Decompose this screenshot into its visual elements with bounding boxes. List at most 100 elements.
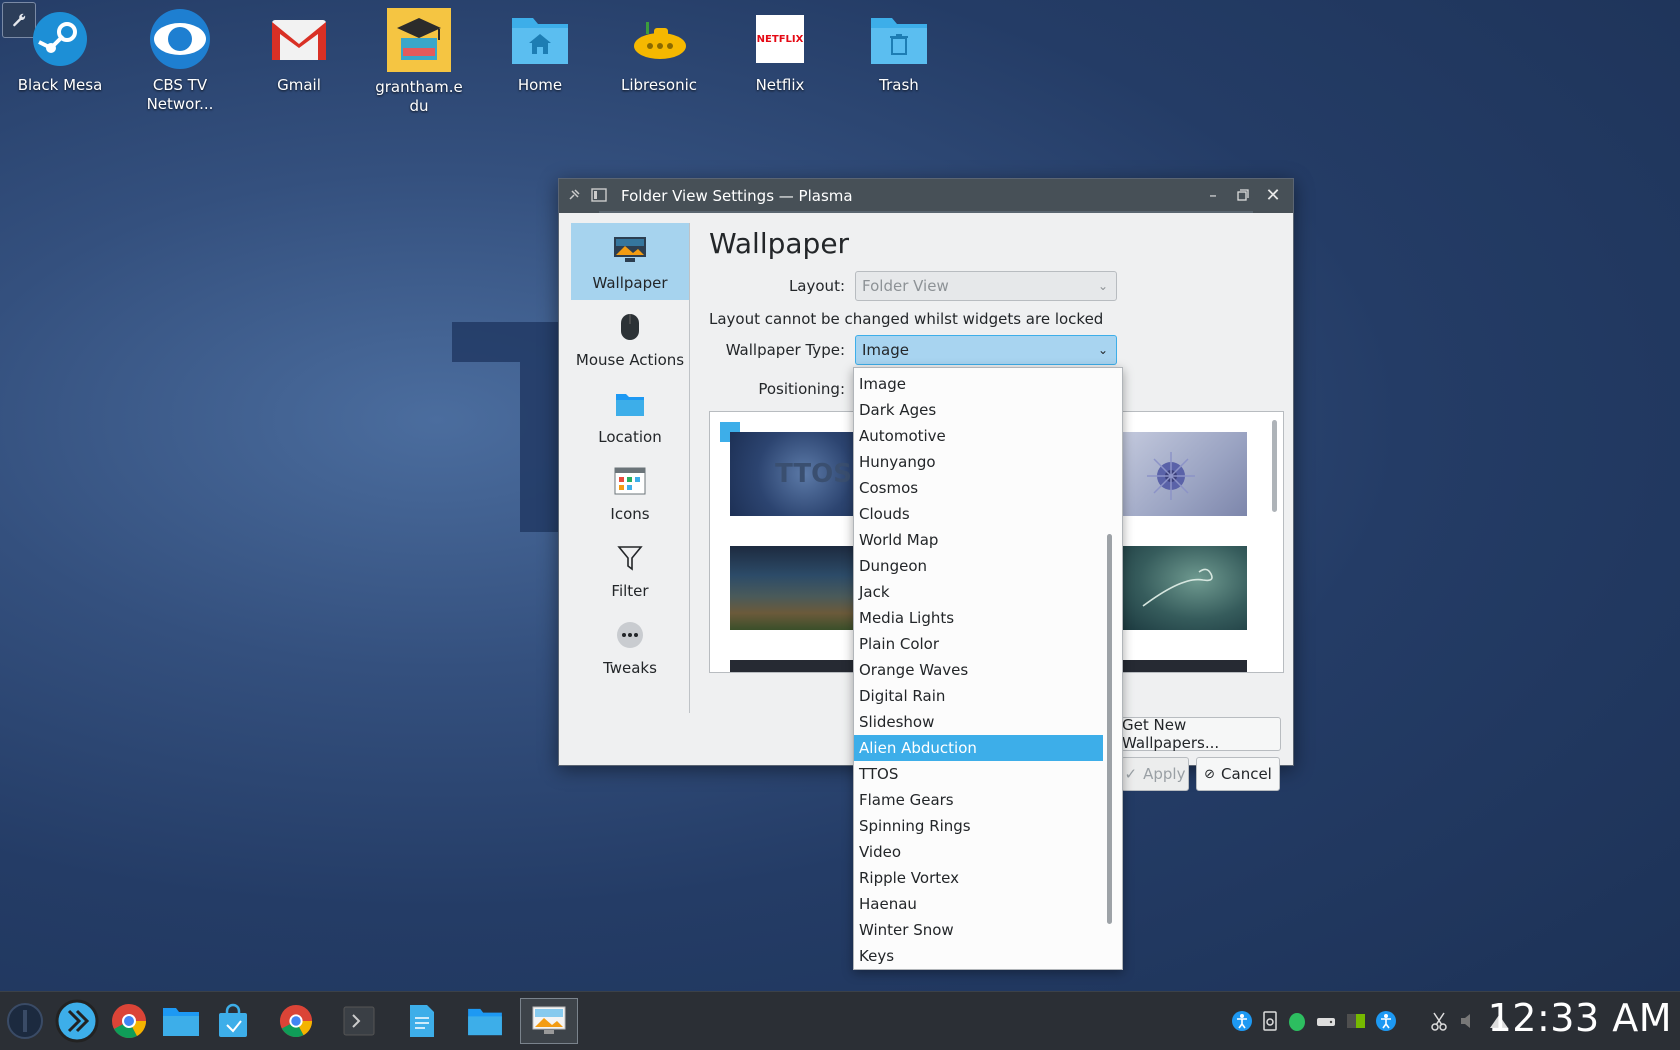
dropdown-option-slideshow[interactable]: Slideshow: [854, 709, 1103, 735]
dropdown-option-ttos[interactable]: TTOS: [854, 761, 1103, 787]
taskbar-app-files-2[interactable]: [462, 998, 508, 1044]
get-new-wallpapers-label: Get New Wallpapers...: [1122, 716, 1220, 752]
dropdown-option-dungeon[interactable]: Dungeon: [854, 553, 1103, 579]
home-folder-icon: [509, 8, 571, 70]
wallpaper-type-label: Wallpaper Type:: [725, 341, 845, 359]
window-titlebar[interactable]: Folder View Settings — Plasma – ✕: [559, 179, 1293, 213]
taskbar-app-chrome[interactable]: [106, 998, 152, 1044]
sidebar-item-location[interactable]: Location: [571, 377, 689, 454]
dropdown-option-media-lights[interactable]: Media Lights: [854, 605, 1103, 631]
desktop-icon-black-mesa[interactable]: Black Mesa: [5, 8, 115, 95]
window-menu-icon[interactable]: [591, 188, 607, 202]
dropdown-option-spinning-rings[interactable]: Spinning Rings: [854, 813, 1103, 839]
minimize-button[interactable]: –: [1203, 185, 1223, 205]
sidebar-item-filter[interactable]: Filter: [571, 531, 689, 608]
desktop-icon-trash[interactable]: Trash: [844, 8, 954, 95]
dropdown-option-digital-rain[interactable]: Digital Rain: [854, 683, 1103, 709]
drive-icon[interactable]: [1315, 1010, 1337, 1032]
sidebar-item-icons[interactable]: Icons: [571, 454, 689, 531]
dropdown-option-keys[interactable]: Keys: [854, 943, 1103, 969]
folder-icon: [163, 1008, 199, 1036]
evernote-icon[interactable]: [1287, 1010, 1307, 1032]
wallpaper-type-combo[interactable]: Image ⌄: [855, 335, 1117, 365]
document-icon: [410, 1005, 434, 1037]
dropdown-scrollbar[interactable]: [1107, 534, 1112, 924]
wallpaper-thumbnail-dark-1[interactable]: [720, 650, 854, 672]
plasma-swirl-icon: [55, 999, 99, 1043]
dropdown-option-clouds[interactable]: Clouds: [854, 501, 1103, 527]
apply-label: Apply: [1143, 765, 1186, 783]
cbs-eye-icon: [149, 8, 211, 70]
taskbar-app-document[interactable]: [399, 998, 445, 1044]
page-title: Wallpaper: [709, 227, 850, 260]
pin-icon[interactable]: [567, 188, 581, 202]
taskbar-app-files[interactable]: [158, 998, 204, 1044]
device-icon[interactable]: [1261, 1010, 1279, 1032]
sidebar-item-label: Icons: [610, 505, 650, 523]
taskbar-app-settings-active[interactable]: [520, 998, 578, 1044]
taskbar-app-chrome-2[interactable]: [273, 998, 319, 1044]
desktop-icon-label: Home: [517, 76, 563, 94]
sidebar-item-label: Tweaks: [603, 659, 657, 677]
desktop-icon-label: grantham.edu: [375, 78, 463, 115]
window-title: Folder View Settings — Plasma: [621, 187, 853, 205]
desktop-icon-libresonic[interactable]: Libresonic: [604, 8, 714, 95]
desktop-icon-gmail[interactable]: Gmail: [244, 8, 354, 95]
steam-icon: [29, 8, 91, 70]
taskbar-app-discover[interactable]: [210, 998, 256, 1044]
icon-grid-icon: [612, 465, 648, 497]
dropdown-option-ripple-vortex[interactable]: Ripple Vortex: [854, 865, 1103, 891]
layout-combo: Folder View ⌄: [855, 271, 1117, 301]
maximize-button[interactable]: [1233, 185, 1253, 205]
desktop-icon-home[interactable]: Home: [485, 8, 595, 95]
sidebar-item-label: Location: [598, 428, 662, 446]
dropdown-option-dark-ages[interactable]: Dark Ages: [854, 397, 1103, 423]
flower-image: [1147, 452, 1195, 500]
dropdown-option-automotive[interactable]: Automotive: [854, 423, 1103, 449]
accessibility-icon[interactable]: [1231, 1010, 1253, 1032]
cancel-button[interactable]: ⊘ Cancel: [1196, 757, 1280, 791]
dropdown-option-video[interactable]: Video: [854, 839, 1103, 865]
taskbar-app-terminal[interactable]: [336, 998, 382, 1044]
scissors-icon[interactable]: [1430, 1010, 1448, 1032]
dropdown-option-hunyango[interactable]: Hunyango: [854, 449, 1103, 475]
layout-combo-value: Folder View: [862, 277, 949, 295]
chrome-icon: [279, 1004, 313, 1038]
get-new-wallpapers-button[interactable]: Get New Wallpapers...: [1121, 716, 1281, 752]
apply-button[interactable]: ✓ Apply: [1121, 757, 1189, 791]
layout-label: Layout:: [788, 277, 845, 295]
cancel-label: Cancel: [1221, 765, 1272, 783]
folder-icon: [612, 388, 648, 420]
application-launcher-button[interactable]: [2, 998, 48, 1044]
desktop-icon-grantham[interactable]: grantham.edu: [364, 8, 474, 116]
dropdown-option-cosmos[interactable]: Cosmos: [854, 475, 1103, 501]
sidebar-item-tweaks[interactable]: Tweaks: [571, 608, 689, 685]
sidebar-item-mouse-actions[interactable]: Mouse Actions: [571, 300, 689, 377]
settings-sidebar: Wallpaper Mouse Actions Location Icons F…: [571, 223, 690, 713]
taskbar-app-plasma-swirl[interactable]: [54, 998, 100, 1044]
close-button[interactable]: ✕: [1263, 185, 1283, 206]
preview-scrollbar[interactable]: [1272, 420, 1277, 512]
accessibility-icon-2[interactable]: [1375, 1010, 1397, 1032]
dropdown-option-image[interactable]: Image: [854, 371, 1103, 397]
digital-clock[interactable]: 12:33 AM: [1488, 996, 1672, 1040]
wallpaper-thumbnail-flower[interactable]: [1113, 422, 1257, 526]
dropdown-option-haenau[interactable]: Haenau: [854, 891, 1103, 917]
wallpaper-thumbnail-coast[interactable]: [720, 536, 854, 630]
positioning-label: Positioning:: [758, 380, 845, 398]
dropdown-option-orange-waves[interactable]: Orange Waves: [854, 657, 1103, 683]
gmail-icon: [268, 8, 330, 70]
dropdown-option-jack[interactable]: Jack: [854, 579, 1103, 605]
sidebar-item-wallpaper[interactable]: Wallpaper: [571, 223, 689, 300]
desktop-icon-netflix[interactable]: NETFLIX Netflix: [725, 8, 835, 95]
dropdown-option-plain-color[interactable]: Plain Color: [854, 631, 1103, 657]
dropdown-option-world-map[interactable]: World Map: [854, 527, 1103, 553]
dropdown-option-alien-abduction[interactable]: Alien Abduction: [854, 735, 1103, 761]
desktop-icon-cbs[interactable]: CBS TV Networ...: [125, 8, 235, 114]
volume-muted-icon[interactable]: [1458, 1010, 1478, 1032]
wallpaper-thumbnail-ttos[interactable]: TTOS: [720, 422, 854, 516]
nvidia-icon[interactable]: [1345, 1010, 1367, 1032]
dropdown-option-winter-snow[interactable]: Winter Snow: [854, 917, 1103, 943]
sidebar-item-label: Wallpaper: [592, 274, 668, 292]
dropdown-option-flame-gears[interactable]: Flame Gears: [854, 787, 1103, 813]
